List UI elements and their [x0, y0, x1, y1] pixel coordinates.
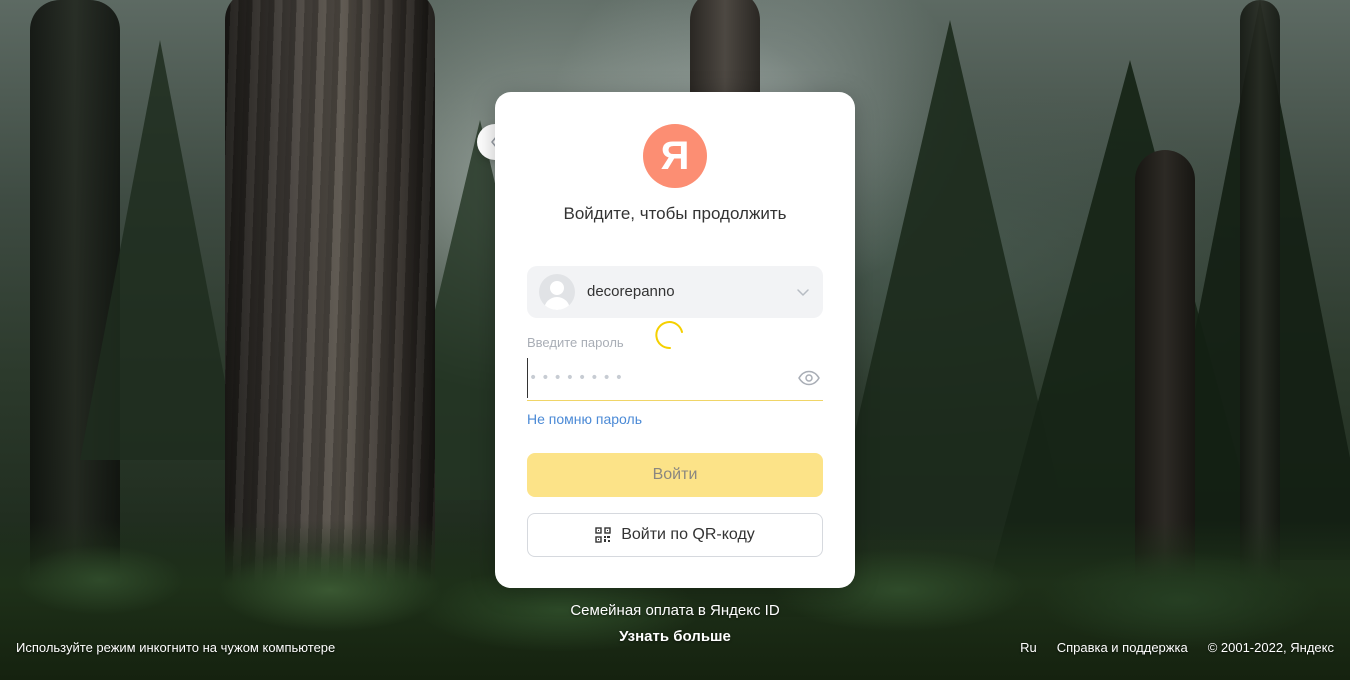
page-title: Войдите, чтобы продолжить: [563, 204, 787, 223]
qr-code-icon: [595, 527, 611, 543]
yandex-logo: Я: [643, 124, 707, 188]
avatar: [539, 274, 575, 310]
text-caret: [527, 358, 528, 398]
qr-login-button[interactable]: Войти по QR-коду: [527, 513, 823, 557]
account-selector[interactable]: decorepanno: [527, 266, 823, 318]
chevron-down-icon: [797, 289, 809, 296]
eye-icon[interactable]: [797, 370, 821, 386]
copyright: © 2001-2022, Яндекс: [1207, 640, 1334, 655]
footer-links: Ru Справка и поддержка © 2001-2022, Янде…: [1020, 640, 1334, 655]
password-field[interactable]: [527, 356, 823, 401]
password-label: Введите пароль: [527, 335, 624, 350]
help-link[interactable]: Справка и поддержка: [1057, 640, 1188, 655]
incognito-hint: Используйте режим инкогнито на чужом ком…: [16, 640, 336, 655]
promo-text: Семейная оплата в Яндекс ID: [570, 602, 780, 619]
login-button[interactable]: Войти: [527, 453, 823, 497]
forgot-password-link[interactable]: Не помню пароль: [527, 411, 642, 427]
login-button-label: Войти: [652, 466, 698, 483]
pine-tree: [80, 40, 240, 460]
password-input[interactable]: [529, 356, 789, 400]
language-switcher[interactable]: Ru: [1020, 640, 1037, 655]
learn-more-link[interactable]: Узнать больше: [495, 628, 855, 645]
account-username: decorepanno: [587, 283, 675, 300]
loading-spinner-icon: [655, 321, 683, 350]
login-card: Я Войдите, чтобы продолжить decorepanno …: [495, 92, 855, 588]
qr-login-button-label: Войти по QR-коду: [621, 526, 755, 543]
logo-letter: Я: [660, 133, 690, 178]
